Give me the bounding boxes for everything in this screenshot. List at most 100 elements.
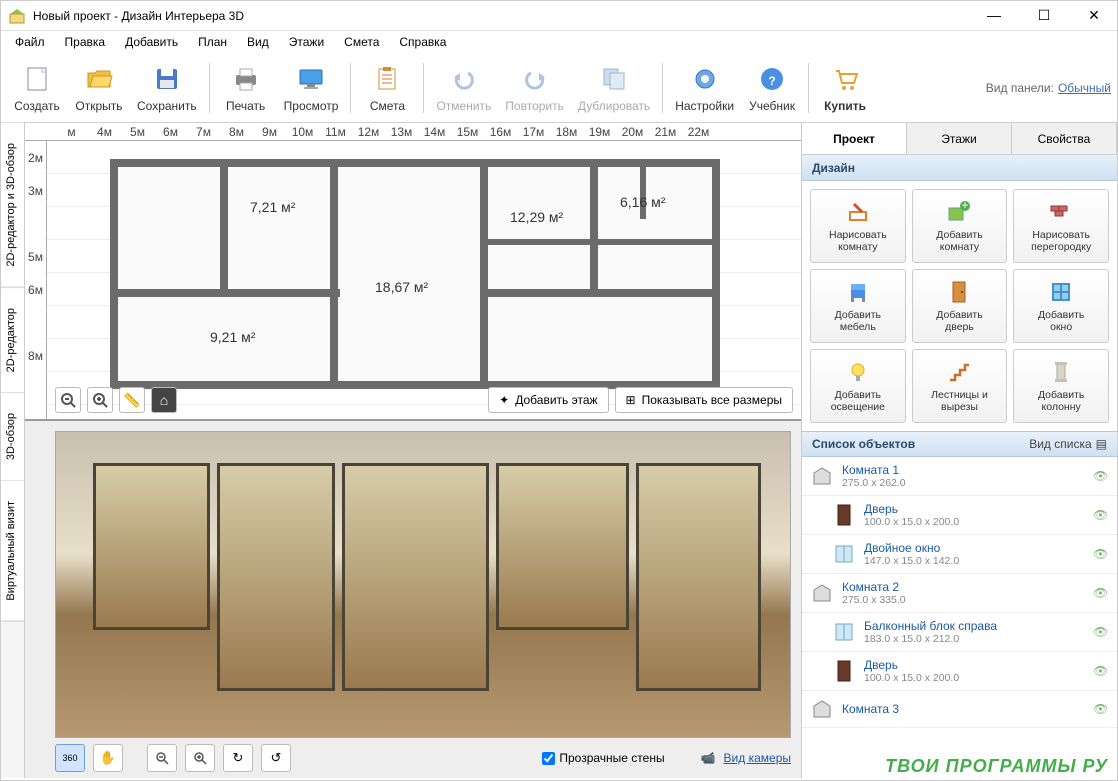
svg-text:+: +: [962, 200, 969, 212]
create-button[interactable]: Создать: [7, 56, 67, 120]
camera-view-link[interactable]: Вид камеры: [724, 751, 791, 765]
monitor-icon: [295, 63, 327, 95]
menu-plan[interactable]: План: [190, 33, 235, 51]
visibility-toggle[interactable]: 👁: [1093, 508, 1109, 522]
title-bar: Новый проект - Дизайн Интерьера 3D — ☐ ✕: [1, 1, 1117, 31]
menu-bar: Файл Правка Добавить План Вид Этажи Смет…: [1, 31, 1117, 53]
zoom-in-3d-button[interactable]: [185, 744, 215, 772]
rotate-cw-button[interactable]: ↻: [223, 744, 253, 772]
plan-2d-view[interactable]: 2м3м5м6м8м 7,21 м² 12,29 м² 6,16 м² 1: [25, 141, 801, 421]
stairs-icon: [945, 358, 973, 386]
minimize-button[interactable]: —: [979, 7, 1009, 24]
menu-view[interactable]: Вид: [239, 33, 277, 51]
visibility-toggle[interactable]: 👁: [1093, 625, 1109, 639]
zoom-in-button[interactable]: [87, 387, 113, 413]
duplicate-button[interactable]: Дублировать: [572, 56, 656, 120]
draw-room-icon: [844, 198, 872, 226]
list-mode-toggle[interactable]: Вид списка ▤: [1029, 437, 1107, 451]
toolbar-sep: [350, 63, 351, 113]
home-button[interactable]: ⌂: [151, 387, 177, 413]
list-item[interactable]: Комната 3👁: [802, 691, 1117, 728]
menu-floors[interactable]: Этажи: [281, 33, 332, 51]
design-btn-add-window[interactable]: Добавитьокно: [1013, 269, 1109, 343]
buy-button[interactable]: Купить: [815, 56, 875, 120]
room-area-label: 12,29 м²: [510, 209, 563, 225]
save-button[interactable]: Сохранить: [131, 56, 203, 120]
folder-open-icon: [83, 63, 115, 95]
transparent-walls-checkbox[interactable]: Прозрачные стены: [542, 751, 664, 765]
tab-floors[interactable]: Этажи: [907, 123, 1012, 154]
object-list-header: Список объектов Вид списка ▤: [802, 431, 1117, 457]
design-btn-stairs[interactable]: Лестницы ивырезы: [912, 349, 1008, 423]
estimate-button[interactable]: Смета: [357, 56, 417, 120]
add-floor-icon: ✦: [499, 393, 509, 407]
view3d-toolbar: 360 ✋ ↻ ↺ Прозрачные стены 📹 Вид камеры: [55, 744, 791, 772]
menu-file[interactable]: Файл: [7, 33, 53, 51]
canvas-area: м4м5м6м7м8м9м10м11м12м13м14м15м16м17м18м…: [25, 123, 801, 778]
design-btn-draw-room[interactable]: Нарисоватькомнату: [810, 189, 906, 263]
preview-button[interactable]: Просмотр: [278, 56, 345, 120]
door-icon: [832, 503, 856, 527]
tab-project[interactable]: Проект: [802, 123, 907, 154]
visibility-toggle[interactable]: 👁: [1093, 547, 1109, 561]
add-room-icon: +: [945, 198, 973, 226]
room-area-label: 7,21 м²: [250, 199, 295, 215]
add-floor-button[interactable]: ✦Добавить этаж: [488, 387, 608, 413]
pan-button[interactable]: ✋: [93, 744, 123, 772]
menu-estimate[interactable]: Смета: [336, 33, 387, 51]
zoom-out-3d-button[interactable]: [147, 744, 177, 772]
visibility-toggle[interactable]: 👁: [1093, 664, 1109, 678]
tab-props[interactable]: Свойства: [1012, 123, 1117, 154]
main-toolbar: Создать Открыть Сохранить Печать Просмот…: [1, 53, 1117, 123]
design-btn-add-door[interactable]: Добавитьдверь: [912, 269, 1008, 343]
plan-3d-view[interactable]: 360 ✋ ↻ ↺ Прозрачные стены 📹 Вид камеры: [25, 421, 801, 778]
clipboard-icon: [371, 63, 403, 95]
list-item[interactable]: Дверь100.0 x 15.0 x 200.0👁: [802, 496, 1117, 535]
add-window-icon: [1047, 278, 1075, 306]
open-button[interactable]: Открыть: [69, 56, 129, 120]
floorplan[interactable]: 7,21 м² 12,29 м² 6,16 м² 18,67 м² 9,21 м…: [110, 159, 720, 389]
sidetab-2d[interactable]: 2D-редактор: [1, 288, 24, 393]
design-btn-add-furniture[interactable]: Добавитьмебель: [810, 269, 906, 343]
menu-edit[interactable]: Правка: [57, 33, 114, 51]
new-icon: [21, 63, 53, 95]
design-btn-draw-wall[interactable]: Нарисоватьперегородку: [1013, 189, 1109, 263]
panel-mode-link[interactable]: Обычный: [1058, 81, 1111, 95]
print-button[interactable]: Печать: [216, 56, 276, 120]
rotate-ccw-button[interactable]: ↺: [261, 744, 291, 772]
sidetab-combo[interactable]: 2D-редактор и 3D-обзор: [1, 123, 24, 288]
sidetab-virtual[interactable]: Виртуальный визит: [1, 481, 24, 622]
add-furniture-icon: [844, 278, 872, 306]
close-button[interactable]: ✕: [1079, 7, 1109, 24]
3d-render[interactable]: [55, 431, 791, 738]
list-item[interactable]: Дверь100.0 x 15.0 x 200.0👁: [802, 652, 1117, 691]
tutorial-button[interactable]: ?Учебник: [742, 56, 802, 120]
list-item[interactable]: Двойное окно147.0 x 15.0 x 142.0👁: [802, 535, 1117, 574]
design-btn-add-room[interactable]: +Добавитькомнату: [912, 189, 1008, 263]
sidetab-3d[interactable]: 3D-обзор: [1, 393, 24, 481]
list-item[interactable]: Комната 2275.0 x 335.0👁: [802, 574, 1117, 613]
measure-button[interactable]: 📏: [119, 387, 145, 413]
plan-toolbar: 📏 ⌂: [55, 387, 177, 413]
menu-add[interactable]: Добавить: [117, 33, 186, 51]
redo-button[interactable]: Повторить: [499, 56, 570, 120]
design-btn-add-light[interactable]: Добавитьосвещение: [810, 349, 906, 423]
maximize-button[interactable]: ☐: [1029, 7, 1059, 24]
duplicate-icon: [598, 63, 630, 95]
object-list[interactable]: Комната 1275.0 x 262.0👁Дверь100.0 x 15.0…: [802, 457, 1117, 778]
undo-button[interactable]: Отменить: [430, 56, 497, 120]
menu-help[interactable]: Справка: [391, 33, 454, 51]
show-dims-button[interactable]: ⊞Показывать все размеры: [615, 387, 793, 413]
door-icon: [832, 659, 856, 683]
visibility-toggle[interactable]: 👁: [1093, 469, 1109, 483]
design-btn-add-column[interactable]: Добавитьколонну: [1013, 349, 1109, 423]
list-item[interactable]: Балконный блок справа183.0 x 15.0 x 212.…: [802, 613, 1117, 652]
ruler-horizontal: м4м5м6м7м8м9м10м11м12м13м14м15м16м17м18м…: [25, 123, 801, 141]
settings-button[interactable]: Настройки: [669, 56, 740, 120]
zoom-out-button[interactable]: [55, 387, 81, 413]
visibility-toggle[interactable]: 👁: [1093, 586, 1109, 600]
rotate360-button[interactable]: 360: [55, 744, 85, 772]
visibility-toggle[interactable]: 👁: [1093, 702, 1109, 716]
list-item[interactable]: Комната 1275.0 x 262.0👁: [802, 457, 1117, 496]
side-tabs: 2D-редактор и 3D-обзор 2D-редактор 3D-об…: [1, 123, 25, 778]
